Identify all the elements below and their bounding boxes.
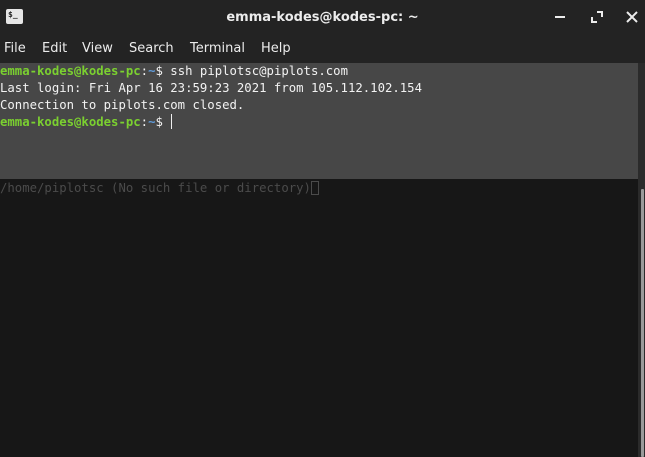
menu-bar: File Edit View Search Terminal Help — [0, 35, 645, 63]
vertical-scrollbar[interactable] — [638, 63, 645, 457]
background-terminal-area[interactable] — [0, 179, 638, 457]
close-button[interactable] — [623, 8, 641, 26]
minimize-button[interactable] — [551, 8, 569, 26]
menu-search[interactable]: Search — [129, 35, 174, 63]
prompt-separator: : — [140, 64, 149, 78]
menu-file[interactable]: File — [4, 35, 26, 63]
block-cursor — [310, 181, 319, 195]
scrollbar-thumb[interactable] — [641, 189, 644, 457]
maximize-icon — [591, 11, 603, 23]
window-title: emma-kodes@kodes-pc: ~ — [226, 10, 419, 25]
background-error-line: /home/piplotsc (No such file or director… — [0, 180, 319, 197]
menu-edit[interactable]: Edit — [42, 35, 67, 63]
menu-help[interactable]: Help — [261, 35, 291, 63]
terminal-line-prompt[interactable]: emma-kodes@kodes-pc:~$ — [0, 114, 173, 131]
terminal-line-connection-closed: Connection to piplots.com closed. — [0, 98, 245, 112]
title-bar: $_ emma-kodes@kodes-pc: ~ — [0, 0, 645, 35]
text-cursor — [171, 114, 173, 129]
menu-view[interactable]: View — [82, 35, 113, 63]
command-text: ssh piplotsc@piplots.com — [170, 64, 348, 78]
terminal-line-ssh-command: emma-kodes@kodes-pc:~$ ssh piplotsc@pipl… — [0, 63, 348, 80]
prompt-symbol: $ — [155, 115, 171, 129]
background-error-text: /home/piplotsc (No such file or director… — [0, 181, 311, 195]
close-icon — [626, 11, 638, 23]
minimize-icon — [555, 16, 565, 18]
prompt-user-host: emma-kodes@kodes-pc — [0, 64, 141, 78]
prompt-user-host: emma-kodes@kodes-pc — [0, 115, 141, 129]
menu-terminal[interactable]: Terminal — [190, 35, 245, 63]
terminal-line-last-login: Last login: Fri Apr 16 23:59:23 2021 fro… — [0, 81, 422, 95]
maximize-button[interactable] — [588, 8, 606, 26]
prompt-separator: : — [140, 115, 149, 129]
prompt-symbol: $ — [155, 64, 171, 78]
